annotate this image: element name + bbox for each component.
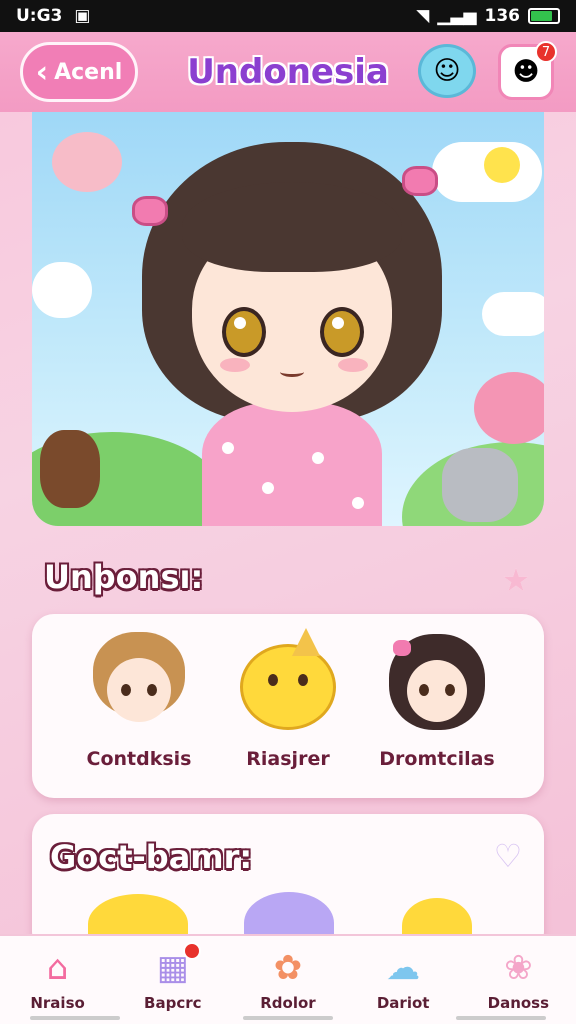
header: ‹ Acenl Undonesia ☺ ☻ 7 xyxy=(0,32,576,112)
battery-icon xyxy=(528,8,560,24)
character-item[interactable]: Contdksis xyxy=(74,628,204,770)
hero-illustration xyxy=(32,112,544,526)
character-item[interactable]: Dromtcilas xyxy=(372,628,502,770)
tab-badge xyxy=(182,942,201,960)
status-bar: U:G3 ▣ ◥ ▁▃▅ 136 xyxy=(0,0,576,32)
character-item[interactable]: Riasjrer xyxy=(223,628,353,770)
home-indicator xyxy=(456,1016,546,1020)
image-icon: ▣ xyxy=(74,6,91,26)
notification-button[interactable]: ☻ 7 xyxy=(498,41,557,100)
character-eye xyxy=(222,307,266,357)
tab-label: Rdolor xyxy=(260,994,316,1012)
tab-palette[interactable]: ✿ Rdolor xyxy=(238,944,338,1012)
heart-icon[interactable]: ♡ xyxy=(488,836,528,876)
wifi-icon: ◥ xyxy=(416,6,430,26)
tab-home[interactable]: ⌂ Nraiso xyxy=(8,944,108,1012)
status-time: U:G3 xyxy=(16,6,63,26)
tab-box[interactable]: ▦ Bapcrc xyxy=(123,942,223,1012)
cloud-shape xyxy=(482,292,544,336)
ghost-mascot xyxy=(52,132,122,192)
home-indicator xyxy=(30,1016,120,1020)
character-avatar xyxy=(85,628,193,736)
tab-label: Dariot xyxy=(376,994,430,1012)
tab-label: Nraiso xyxy=(30,994,85,1012)
character-bangs xyxy=(182,182,402,272)
character-mouth xyxy=(280,367,304,377)
section2-card: Goct-bamr: ♡ xyxy=(32,814,544,954)
tab-label: Danoss xyxy=(487,994,550,1012)
palette-icon: ✿ xyxy=(273,948,303,988)
bow-icon xyxy=(132,196,168,226)
character-eye xyxy=(320,307,364,357)
star-icon[interactable]: ★ xyxy=(496,560,536,600)
back-button[interactable]: ‹ Acenl xyxy=(20,42,138,102)
character-name: Riasjrer xyxy=(246,748,330,770)
cat-mascot xyxy=(442,448,518,522)
character-avatar xyxy=(234,628,342,736)
tab-flower[interactable]: ❀ Danoss xyxy=(468,944,568,1012)
home-indicator xyxy=(243,1016,333,1020)
notification-icon: ☻ xyxy=(512,57,540,87)
home-icon: ⌂ xyxy=(46,948,69,988)
tab-label: Bapcrc xyxy=(144,994,202,1012)
chat-bubble-icon: ☺ xyxy=(433,56,461,86)
section-title: Goct-bamr: xyxy=(50,838,253,876)
bear-mascot xyxy=(40,430,100,508)
section-title: Unþonsı: xyxy=(44,558,204,596)
blush xyxy=(220,358,250,372)
character-name: Contdksis xyxy=(86,748,192,770)
chevron-left-icon: ‹ xyxy=(35,54,49,90)
signal-icon: ▁▃▅ xyxy=(437,6,477,26)
box-icon: ▦ xyxy=(147,942,201,992)
sun-icon xyxy=(484,147,520,183)
cloud-shape xyxy=(32,262,92,318)
character-dress xyxy=(202,402,382,526)
cloud-icon: ☁ xyxy=(386,948,421,988)
chat-button[interactable]: ☺ xyxy=(418,44,476,98)
battery-level: 136 xyxy=(484,6,521,26)
cloud-mascot xyxy=(474,372,544,444)
back-button-label: Acenl xyxy=(54,59,123,85)
notification-badge: 7 xyxy=(535,41,557,63)
blush xyxy=(338,358,368,372)
character-name: Dromtcilas xyxy=(379,748,495,770)
bottom-tab-bar: ⌂ Nraiso ▦ Bapcrc ✿ Rdolor ☁ Dariot ❀ Da… xyxy=(0,934,576,1024)
tab-cloud[interactable]: ☁ Dariot xyxy=(353,944,453,1012)
flower-icon: ❀ xyxy=(504,948,533,988)
character-avatar xyxy=(383,628,491,736)
bow-icon xyxy=(402,166,438,196)
character-card: Contdksis Riasjrer Dromtcilas xyxy=(32,614,544,798)
